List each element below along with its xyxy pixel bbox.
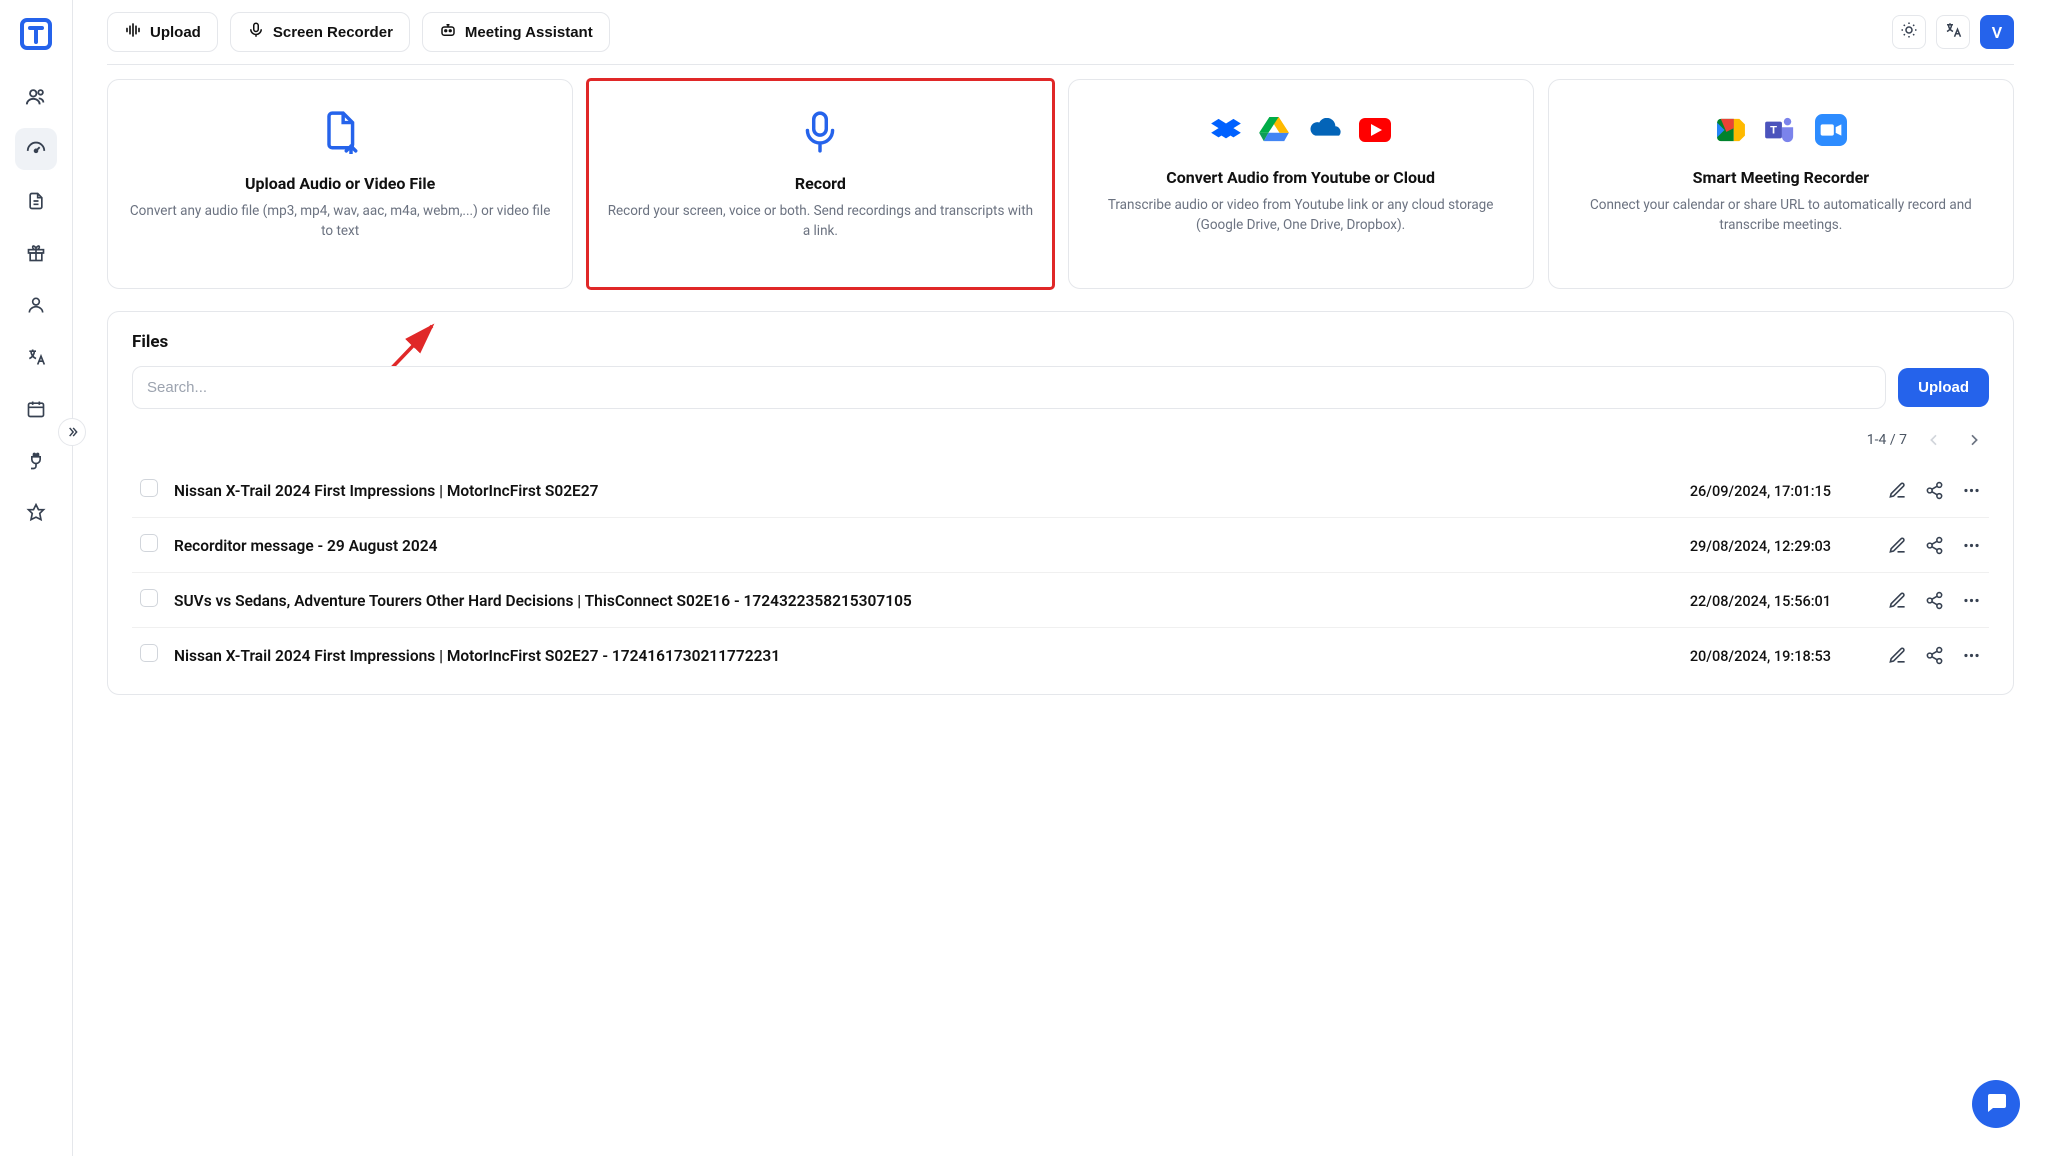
dropbox-icon <box>1211 117 1241 147</box>
row-checkbox[interactable] <box>140 479 158 497</box>
files-title: Files <box>132 332 1989 352</box>
row-checkbox[interactable] <box>140 589 158 607</box>
microphone-icon <box>801 104 839 160</box>
more-button[interactable] <box>1962 646 1981 665</box>
card-meeting-recorder[interactable]: T Smart Meeting Recorder Connect your ca… <box>1548 79 2014 289</box>
screen-recorder-button[interactable]: Screen Recorder <box>230 12 410 52</box>
onedrive-icon <box>1307 118 1341 146</box>
card-cloud-desc: Transcribe audio or video from Youtube l… <box>1087 195 1515 236</box>
files-upload-label: Upload <box>1918 379 1969 396</box>
main-content: Upload Screen Recorder Meeting Assistant <box>73 0 2048 1156</box>
zoom-icon <box>1815 114 1847 150</box>
teams-icon: T <box>1765 116 1797 148</box>
search-input[interactable] <box>132 366 1886 409</box>
avatar-letter: V <box>1992 23 2002 42</box>
more-button[interactable] <box>1962 536 1981 555</box>
file-name: Nissan X-Trail 2024 First Impressions | … <box>174 482 599 500</box>
theme-toggle-button[interactable] <box>1892 15 1926 49</box>
card-record[interactable]: Record Record your screen, voice or both… <box>587 79 1053 289</box>
table-row[interactable]: Nissan X-Trail 2024 First Impressions | … <box>132 628 1989 683</box>
pager: 1-4 / 7 <box>132 419 1989 463</box>
card-upload-title: Upload Audio or Video File <box>245 174 435 193</box>
edit-button[interactable] <box>1888 536 1907 555</box>
sidebar-item-profile[interactable] <box>15 284 57 326</box>
card-upload-file[interactable]: Upload Audio or Video File Convert any a… <box>107 79 573 289</box>
card-upload-desc: Convert any audio file (mp3, mp4, wav, a… <box>126 201 554 242</box>
app-logo[interactable] <box>16 14 56 54</box>
upload-button-top-label: Upload <box>150 24 201 41</box>
file-upload-icon <box>320 104 360 160</box>
pager-next[interactable] <box>1961 427 1987 453</box>
share-button[interactable] <box>1925 646 1944 665</box>
file-date: 20/08/2024, 19:18:53 <box>1690 648 1831 665</box>
sidebar-expand-button[interactable] <box>58 418 86 446</box>
chat-icon <box>1984 1090 2008 1118</box>
sidebar-item-premium[interactable] <box>15 492 57 534</box>
card-cloud-convert[interactable]: Convert Audio from Youtube or Cloud Tran… <box>1068 79 1534 289</box>
topbar: Upload Screen Recorder Meeting Assistant <box>107 0 2014 65</box>
waveform-icon <box>124 21 142 43</box>
edit-button[interactable] <box>1888 646 1907 665</box>
card-meeting-title: Smart Meeting Recorder <box>1693 168 1869 187</box>
svg-text:T: T <box>1770 125 1777 137</box>
sidebar-item-calendar[interactable] <box>15 388 57 430</box>
card-record-desc: Record your screen, voice or both. Send … <box>606 201 1034 242</box>
file-date: 29/08/2024, 12:29:03 <box>1690 538 1831 555</box>
sidebar-item-integrations[interactable] <box>15 440 57 482</box>
sidebar-item-documents[interactable] <box>15 180 57 222</box>
card-cloud-title: Convert Audio from Youtube or Cloud <box>1166 168 1435 187</box>
pager-prev[interactable] <box>1921 427 1947 453</box>
youtube-icon <box>1359 118 1391 146</box>
edit-button[interactable] <box>1888 591 1907 610</box>
pager-range: 1-4 / 7 <box>1867 432 1907 448</box>
sidebar-item-gifts[interactable] <box>15 232 57 274</box>
card-record-title: Record <box>795 174 846 193</box>
card-meeting-desc: Connect your calendar or share URL to au… <box>1567 195 1995 236</box>
more-button[interactable] <box>1962 481 1981 500</box>
row-checkbox[interactable] <box>140 534 158 552</box>
edit-button[interactable] <box>1888 481 1907 500</box>
share-button[interactable] <box>1925 536 1944 555</box>
translate-icon <box>1944 21 1962 43</box>
google-meet-icon <box>1715 117 1747 147</box>
files-panel: Files Upload 1-4 / 7 Nis <box>107 311 2014 695</box>
bot-icon <box>439 21 457 43</box>
file-date: 26/09/2024, 17:01:15 <box>1690 483 1831 500</box>
upload-button-top[interactable]: Upload <box>107 12 218 52</box>
sidebar-item-dashboard[interactable] <box>15 128 57 170</box>
chat-fab[interactable] <box>1972 1080 2020 1128</box>
file-name: Recorditor message - 29 August 2024 <box>174 537 437 555</box>
file-name: Nissan X-Trail 2024 First Impressions | … <box>174 647 780 665</box>
more-button[interactable] <box>1962 591 1981 610</box>
table-row[interactable]: Nissan X-Trail 2024 First Impressions | … <box>132 463 1989 518</box>
screen-recorder-label: Screen Recorder <box>273 24 393 41</box>
user-avatar[interactable]: V <box>1980 15 2014 49</box>
sidebar-item-team[interactable] <box>15 76 57 118</box>
mic-icon <box>247 21 265 43</box>
table-row[interactable]: SUVs vs Sedans, Adventure Tourers Other … <box>132 573 1989 628</box>
action-cards: Upload Audio or Video File Convert any a… <box>107 79 2014 289</box>
table-row[interactable]: Recorditor message - 29 August 2024 29/0… <box>132 518 1989 573</box>
sun-icon <box>1900 21 1918 43</box>
share-button[interactable] <box>1925 481 1944 500</box>
file-table: Nissan X-Trail 2024 First Impressions | … <box>132 463 1989 682</box>
share-button[interactable] <box>1925 591 1944 610</box>
files-upload-button[interactable]: Upload <box>1898 368 1989 407</box>
file-name: SUVs vs Sedans, Adventure Tourers Other … <box>174 592 912 610</box>
meeting-assistant-label: Meeting Assistant <box>465 24 593 41</box>
row-checkbox[interactable] <box>140 644 158 662</box>
file-date: 22/08/2024, 15:56:01 <box>1690 593 1831 610</box>
google-drive-icon <box>1259 117 1289 147</box>
sidebar-item-translate[interactable] <box>15 336 57 378</box>
language-button[interactable] <box>1936 15 1970 49</box>
sidebar <box>0 0 73 1156</box>
meeting-assistant-button[interactable]: Meeting Assistant <box>422 12 610 52</box>
